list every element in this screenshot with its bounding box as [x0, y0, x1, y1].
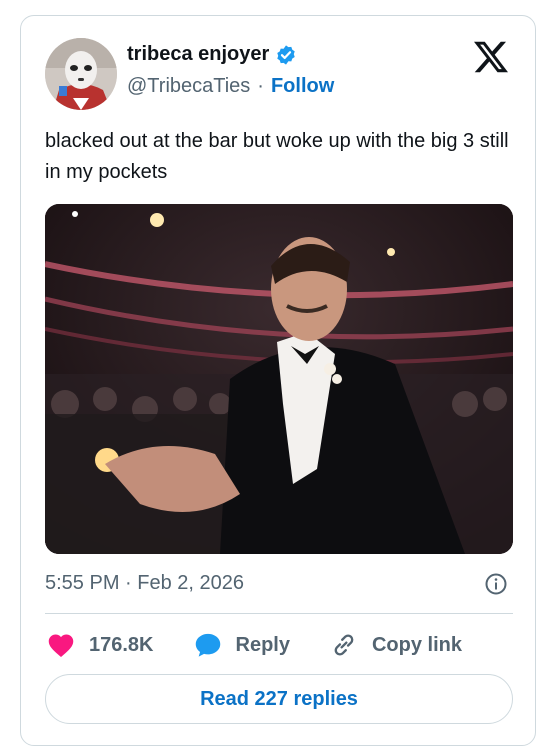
- divider: [45, 613, 513, 614]
- separator-dot: ·: [257, 75, 264, 97]
- media-image: [45, 204, 513, 554]
- tweet-text: blacked out at the bar but woke up with …: [45, 130, 509, 183]
- reply-button[interactable]: Reply: [194, 632, 290, 658]
- tweet-media[interactable]: [45, 204, 513, 554]
- link-icon: [334, 634, 354, 656]
- heart-icon: [48, 634, 74, 658]
- author-display-name[interactable]: tribeca enjoyer: [127, 43, 269, 66]
- tweet-timestamp[interactable]: 5:55 PM · Feb 2, 2026: [45, 572, 244, 595]
- x-logo-icon[interactable]: [473, 40, 509, 74]
- handle-row: @TribecaTies · Follow: [127, 75, 334, 98]
- action-bar: 176.8K Reply Copy link: [47, 629, 502, 661]
- avatar[interactable]: [45, 38, 117, 110]
- like-button[interactable]: 176.8K: [47, 632, 154, 658]
- verified-badge-icon: [277, 44, 296, 65]
- author-name-row[interactable]: tribeca enjoyer: [127, 43, 297, 66]
- copy-link-label: Copy link: [371, 633, 462, 656]
- author-handle[interactable]: @TribecaTies: [127, 75, 250, 98]
- follow-button[interactable]: Follow: [271, 75, 334, 98]
- read-replies-button[interactable]: Read 227 replies: [45, 674, 513, 724]
- avatar-image: [45, 38, 117, 110]
- copy-link-button[interactable]: Copy link: [330, 631, 462, 659]
- like-count: 176.8K: [89, 633, 154, 656]
- reply-bubble-icon: [195, 633, 220, 657]
- tweet-card: tribeca enjoyer @TribecaTies · Follow bl…: [20, 15, 536, 746]
- info-icon[interactable]: [484, 572, 508, 596]
- reply-label: Reply: [235, 633, 290, 656]
